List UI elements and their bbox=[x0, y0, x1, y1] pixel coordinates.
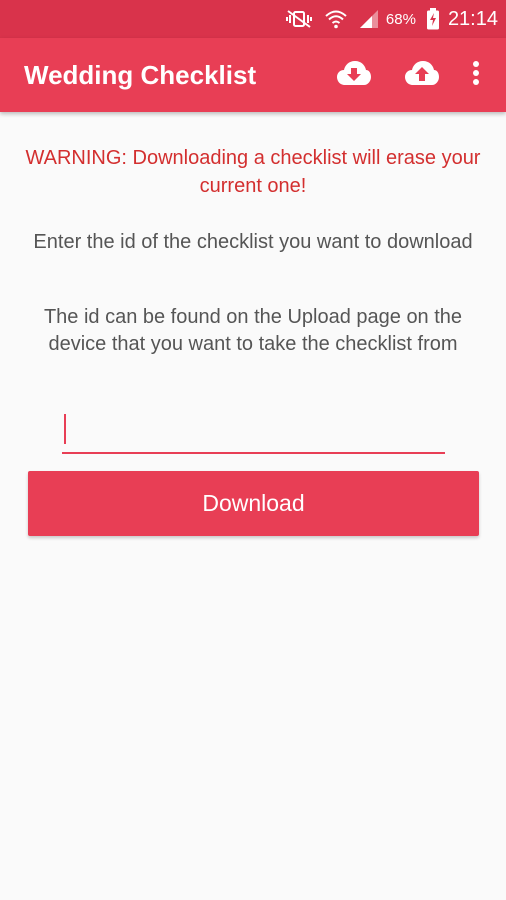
warning-text: WARNING: Downloading a checklist will er… bbox=[25, 147, 481, 197]
signal-icon bbox=[358, 9, 380, 29]
wifi-icon bbox=[324, 9, 348, 29]
app-bar: Wedding Checklist bbox=[0, 38, 506, 112]
clock: 21:14 bbox=[447, 7, 498, 30]
download-button[interactable]: Download bbox=[28, 471, 479, 536]
vibrate-mute-icon bbox=[284, 9, 314, 29]
app-title: Wedding Checklist bbox=[24, 59, 257, 90]
text-cursor bbox=[64, 414, 66, 444]
cloud-download-button[interactable] bbox=[328, 49, 380, 101]
more-vert-icon bbox=[472, 60, 480, 91]
battery-percent: 68% bbox=[385, 10, 416, 28]
battery-charging-icon bbox=[426, 8, 440, 30]
checklist-id-input[interactable] bbox=[62, 410, 445, 452]
cloud-upload-button[interactable] bbox=[396, 49, 448, 101]
instruction-enter-id: Enter the id of the checklist you want t… bbox=[33, 231, 473, 253]
cloud-download-icon bbox=[336, 60, 372, 91]
cloud-upload-icon bbox=[404, 60, 440, 91]
more-options-button[interactable] bbox=[458, 49, 494, 101]
status-bar: 68% 21:14 bbox=[0, 0, 506, 38]
instruction-find-id: The id can be found on the Upload page o… bbox=[43, 306, 463, 355]
id-field-container bbox=[62, 410, 445, 454]
